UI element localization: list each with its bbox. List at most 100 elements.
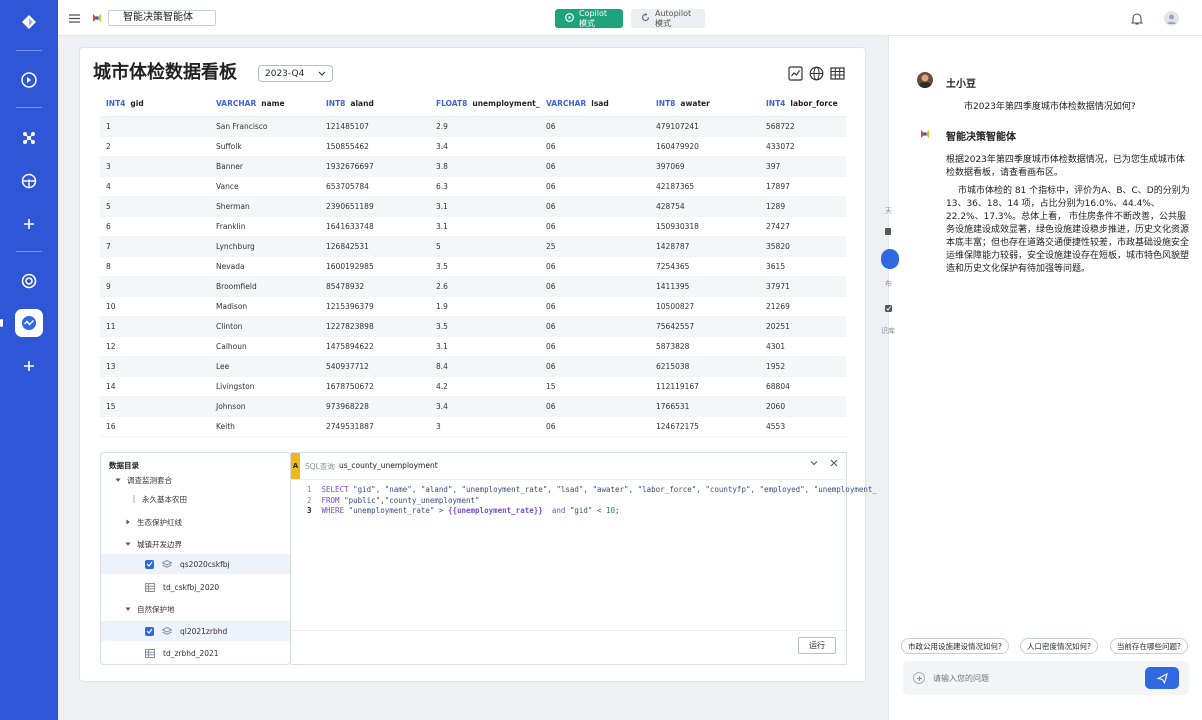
table-row[interactable]: 11 Clinton 1227823898 3.5 06 75642557 20251 bbox=[100, 317, 846, 337]
bell-icon[interactable] bbox=[1129, 10, 1145, 26]
catalog-item[interactable]: 城镇开发边界 bbox=[125, 534, 182, 554]
table-cell: 37971 bbox=[766, 282, 790, 291]
table-cell: 06 bbox=[546, 182, 556, 191]
table-cell: San Francisco bbox=[216, 122, 268, 131]
attach-plus-icon[interactable] bbox=[913, 672, 925, 684]
data-table: INT4 gid VARCHAR name INT8 aland FLOAT8 unemplo… bbox=[100, 90, 846, 452]
table-row[interactable]: 12 Calhoun 1475894622 3.1 06 5873828 4301 bbox=[100, 337, 846, 357]
table-row[interactable]: 3 Banner 1932676697 3.8 06 397069 397 bbox=[100, 157, 846, 177]
catalog-item[interactable]: td_cskfbj_2020 bbox=[145, 577, 219, 597]
table-cell: 3 bbox=[436, 422, 441, 431]
catalog-item[interactable]: 生态保护红线 bbox=[125, 512, 182, 532]
table-row[interactable]: 4 Vance 653705784 6.3 06 42187365 17897 bbox=[100, 177, 846, 197]
side-active-tab[interactable] bbox=[881, 249, 899, 269]
period-select[interactable]: 2023-Q4 bbox=[258, 65, 333, 82]
table-cell: 428754 bbox=[656, 202, 685, 211]
table-row[interactable]: 9 Broomfield 85478932 2.6 06 1411395 37971 bbox=[100, 277, 846, 297]
dashboard-app-icon[interactable] bbox=[15, 309, 43, 337]
checkbox-checked-icon[interactable] bbox=[145, 626, 154, 636]
table-row[interactable]: 7 Lynchburg 126842531 5 25 1428787 35820 bbox=[100, 237, 846, 257]
close-icon[interactable] bbox=[830, 459, 838, 470]
rail-divider bbox=[16, 107, 42, 108]
table-cell: 397 bbox=[766, 162, 781, 171]
side-check-icon[interactable] bbox=[885, 304, 893, 316]
autopilot-mode-button[interactable]: Autopilot模式 bbox=[631, 9, 705, 28]
checkbox-checked-icon[interactable] bbox=[145, 559, 154, 569]
menu-icon[interactable] bbox=[66, 10, 82, 26]
sql-keyword: SELECT bbox=[321, 485, 349, 494]
column-header[interactable]: VARCHAR lsad bbox=[540, 99, 650, 108]
column-header[interactable]: INT8 awater bbox=[650, 99, 760, 108]
run-button[interactable]: 运行 bbox=[798, 637, 836, 654]
table-cell: 5 bbox=[436, 242, 441, 251]
table-header: INT4 gid VARCHAR name INT8 aland FLOAT8 unemplo… bbox=[100, 90, 846, 117]
catalog-item-label: td_cskfbj_2020 bbox=[163, 582, 220, 592]
avatar[interactable] bbox=[1162, 9, 1180, 27]
line-number: 2 bbox=[307, 495, 312, 505]
catalog-item[interactable]: 自然保护地 bbox=[125, 599, 175, 619]
sql-label: SQL查询 bbox=[305, 462, 335, 471]
network-icon[interactable] bbox=[15, 124, 43, 152]
sql-editor[interactable]: 1 SELECT "gid", "name", "aland", "unempl… bbox=[307, 485, 877, 517]
send-button[interactable] bbox=[1145, 667, 1179, 689]
table-row[interactable]: 2 Suffolk 150855462 3.4 06 160479920 433072 bbox=[100, 137, 846, 157]
agent-icon[interactable] bbox=[15, 66, 43, 94]
column-header[interactable]: INT4 gid bbox=[100, 99, 210, 108]
table-cell: 3.8 bbox=[436, 162, 448, 171]
table-row[interactable]: 14 Livingston 1678750672 4.2 15 112119167 6880… bbox=[100, 377, 846, 397]
collapse-chevron-icon[interactable] bbox=[810, 459, 818, 470]
catalog-item[interactable]: qs2020cskfbj bbox=[101, 554, 290, 574]
suggestion-chip[interactable]: 人口密度情况如何? bbox=[1020, 638, 1098, 654]
table-row[interactable]: 1 San Francisco 121485107 2.9 06 479107241 568… bbox=[100, 117, 846, 137]
user-avatar bbox=[917, 72, 933, 88]
period-value: 2023-Q4 bbox=[265, 68, 305, 79]
steering-icon[interactable] bbox=[15, 167, 43, 195]
column-type: INT4 bbox=[106, 98, 126, 108]
catalog-item[interactable]: td_zrbhd_2021 bbox=[145, 643, 219, 663]
catalog-item[interactable]: 调查监测套合 bbox=[115, 470, 172, 490]
suggestion-chip[interactable]: 市政公用设施建设情况如何? bbox=[901, 638, 1009, 654]
add-icon[interactable] bbox=[15, 210, 43, 238]
chart-icon[interactable] bbox=[788, 66, 803, 84]
column-header[interactable]: INT8 aland bbox=[320, 99, 430, 108]
catalog-item-label: 永久基本农田 bbox=[142, 494, 187, 504]
sql-keyword: WHERE bbox=[321, 506, 345, 515]
catalog-item[interactable]: 永久基本农田 bbox=[132, 489, 187, 509]
globe-icon[interactable] bbox=[809, 66, 824, 84]
table-row[interactable]: 16 Keith 2749531887 3 06 124672175 4553 bbox=[100, 417, 846, 437]
table-cell: 973968228 bbox=[326, 402, 369, 411]
chat-input[interactable] bbox=[933, 670, 1133, 686]
sql-query-name[interactable]: us_county_unemployment bbox=[339, 461, 438, 470]
code-line: 3 WHERE "unemployment_rate" > {{unemploy… bbox=[307, 506, 877, 517]
rail-divider bbox=[16, 251, 42, 252]
table-cell: 06 bbox=[546, 402, 556, 411]
table-row[interactable]: 10 Madison 1215396379 1.9 06 10500827 21269 bbox=[100, 297, 846, 317]
add-app-icon[interactable] bbox=[15, 352, 43, 380]
table-row[interactable]: 6 Franklin 1641633748 3.1 06 150930318 27427 bbox=[100, 217, 846, 237]
table-cell: Clinton bbox=[216, 322, 243, 331]
column-header[interactable]: VARCHAR name bbox=[210, 99, 320, 108]
column-header[interactable]: FLOAT8 unemployment_rate bbox=[430, 99, 540, 108]
table-icon[interactable] bbox=[830, 66, 845, 84]
table-cell: Calhoun bbox=[216, 342, 247, 351]
table-row[interactable]: 8 Nevada 1600192985 3.5 06 7254365 3615 bbox=[100, 257, 846, 277]
table-cell: 06 bbox=[546, 162, 556, 171]
column-name: gid bbox=[130, 98, 144, 108]
caret-right-icon bbox=[125, 519, 131, 525]
copilot-mode-button[interactable]: Copilot模式 bbox=[555, 9, 623, 28]
table-row[interactable]: 5 Sherman 2390651189 3.1 06 428754 1289 bbox=[100, 197, 846, 217]
side-tool-icon[interactable] bbox=[885, 227, 893, 239]
app-circle-icon[interactable] bbox=[15, 267, 43, 295]
suggestion-chip[interactable]: 当前存在哪些问题? bbox=[1110, 638, 1188, 654]
column-header[interactable]: INT4 labor_force bbox=[760, 99, 846, 108]
bot-detail: 市城市体检的 81 个指标中，评价为A、B、C、D的分别为 13、36、18、1… bbox=[946, 186, 1190, 274]
table-cell: 3615 bbox=[766, 262, 786, 271]
table-row[interactable]: 15 Johnson 973968228 3.4 06 1766531 2060 bbox=[100, 397, 846, 417]
table-cell: 2.6 bbox=[436, 282, 448, 291]
catalog-item[interactable]: ql2021zrbhd bbox=[101, 621, 290, 641]
table-row[interactable]: 13 Lee 540937712 8.4 06 6215038 1952 bbox=[100, 357, 846, 377]
table-cell: 3.1 bbox=[436, 222, 448, 231]
catalog-item-label: 城镇开发边界 bbox=[137, 539, 182, 549]
line-number: 3 bbox=[307, 506, 312, 515]
logo-icon[interactable] bbox=[15, 8, 43, 36]
